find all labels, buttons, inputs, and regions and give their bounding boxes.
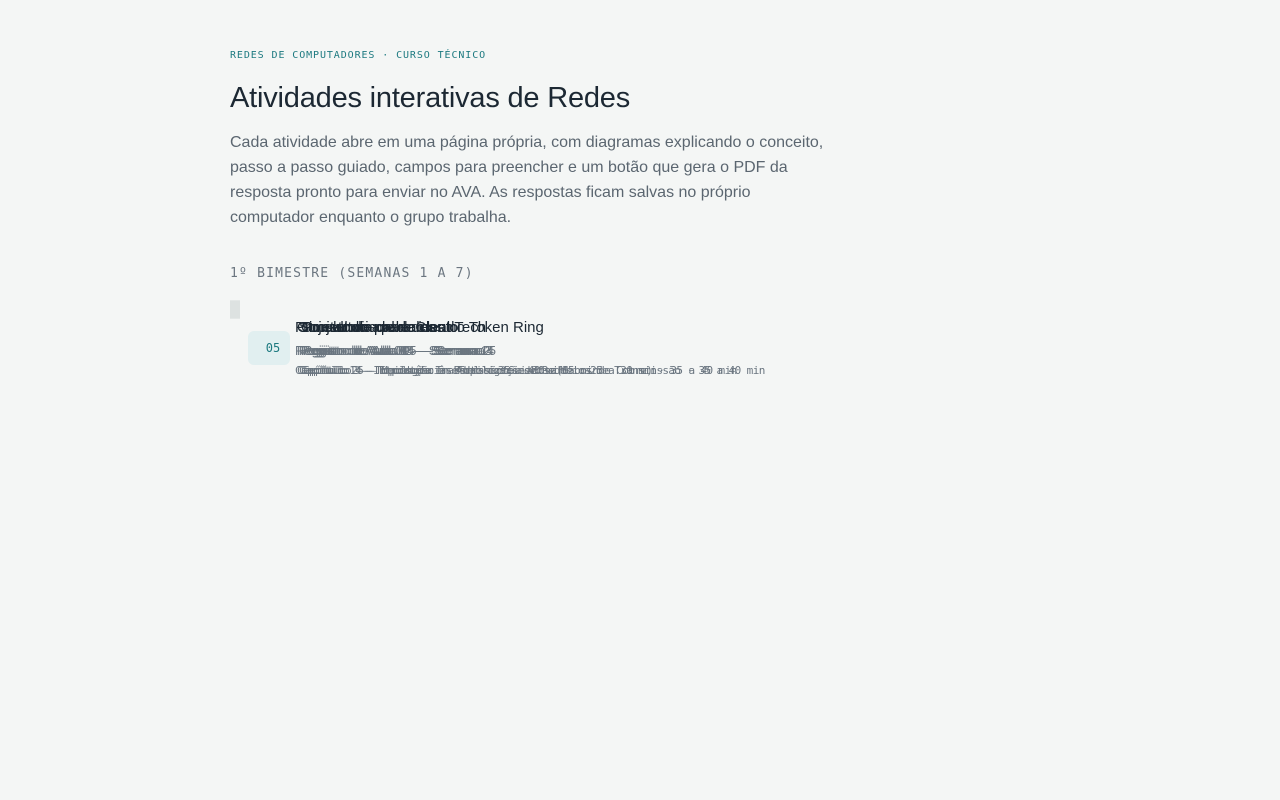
activity-title: Projeto de cabeamento [303, 319, 459, 336]
intro-paragraph: Cada atividade abre em uma página própri… [230, 134, 824, 226]
activity-card-05[interactable]: 05 Projeto de cabeamento Registro de Aul… [238, 300, 737, 377]
activity-number-badge: 05 [256, 331, 290, 365]
page-title: Atividades interativas de Redes [230, 82, 631, 114]
activity-subtitle: Registro de Aula 05 — Semana 5 [303, 343, 496, 358]
course-eyebrow: REDES DE COMPUTADORES · CURSO TÉCNICO [230, 50, 487, 61]
activity-list: 01 Projetando a rede ideal Registro de A… [230, 300, 1050, 377]
activity-meta: Capítulo 5 – Meios de Transmissão Guiado… [303, 364, 737, 377]
section-heading: 1º BIMESTRE (SEMANAS 1 A 7) [230, 266, 474, 281]
